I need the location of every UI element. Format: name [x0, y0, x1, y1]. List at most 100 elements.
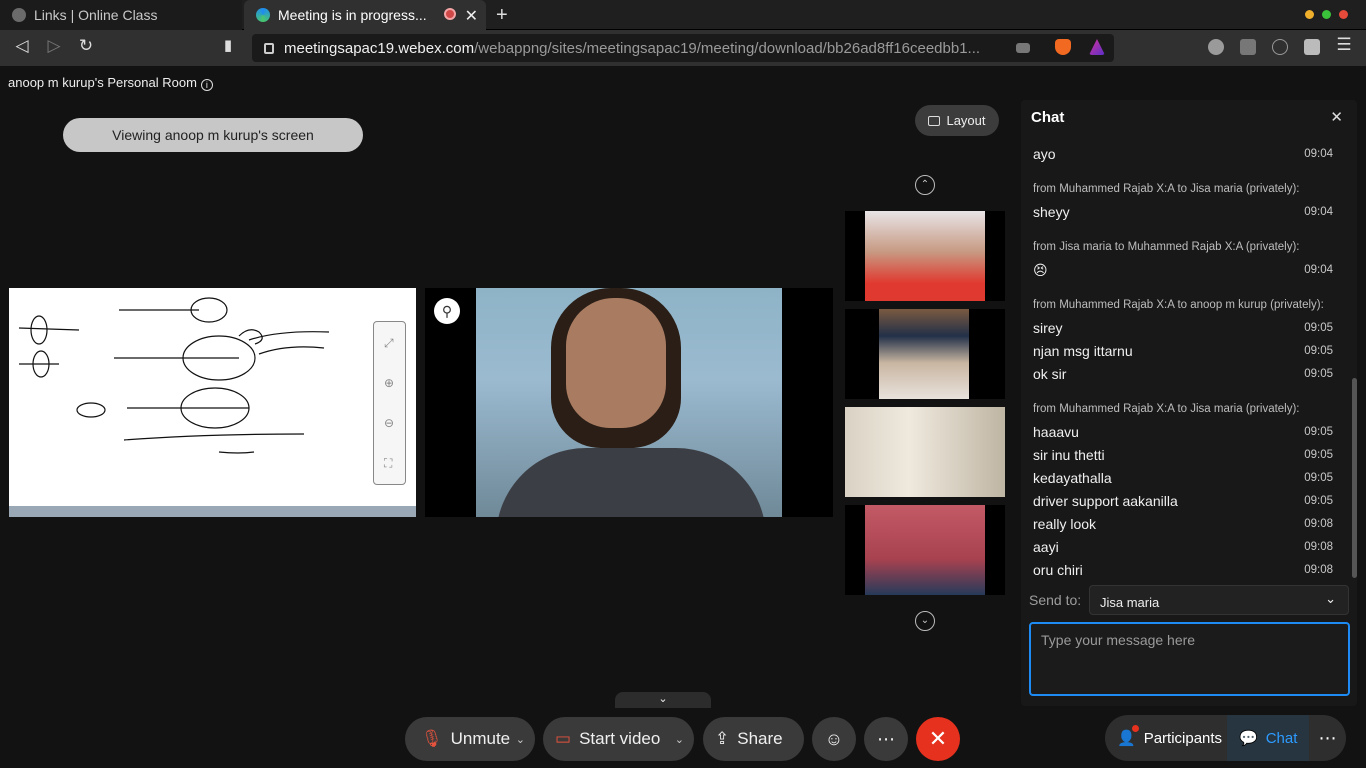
participants-label: Participants — [1143, 729, 1223, 747]
fit-icon[interactable]: ⛶ — [384, 456, 392, 471]
participant-thumbnail[interactable] — [845, 505, 1005, 595]
room-title: anoop m kurup's Personal Room i — [8, 75, 213, 91]
chat-message: haaavu 09:05 — [1033, 424, 1333, 440]
start-video-button[interactable]: ▭ Start video ⌄ — [543, 717, 694, 761]
shared-screen[interactable]: ⤢ ⊕ ⊖ ⛶ — [9, 288, 416, 517]
recording-icon — [444, 8, 456, 20]
pin-icon[interactable]: ⚲ — [434, 298, 460, 324]
back-icon[interactable]: ◁ — [10, 36, 34, 56]
participant-thumbnail[interactable] — [845, 211, 1005, 301]
participant-thumbnail[interactable] — [845, 407, 1005, 497]
more-panels-icon[interactable]: ⋯ — [1309, 715, 1346, 761]
message-sender-header: from Muhammed Rajab X:A to anoop m kurup… — [1033, 299, 1324, 311]
unmute-label: Unmute — [450, 729, 511, 748]
start-video-label: Start video — [579, 729, 661, 748]
unmute-button[interactable]: 🎙 Unmute ⌄ — [405, 717, 535, 761]
new-tab-button[interactable]: + — [496, 4, 508, 27]
leave-meeting-icon[interactable]: ✕ — [916, 717, 960, 761]
room-title-text: anoop m kurup's Personal Room — [8, 75, 197, 90]
send-to-dropdown[interactable]: Jisa maria ⌄ — [1089, 585, 1349, 615]
chat-message: driver support aakanilla 09:05 — [1033, 493, 1333, 509]
url-path: /webappng/sites/meetingsapac19/meeting/d… — [474, 39, 981, 57]
expand-icon[interactable]: ⤢ — [384, 336, 394, 351]
tab-meeting[interactable]: Meeting is in progress... ✕ — [244, 0, 486, 30]
tab-title: Links | Online Class — [34, 7, 158, 23]
share-label: Share — [737, 729, 783, 748]
windows-taskbar — [9, 506, 416, 517]
scroll-up-icon[interactable]: ⌃ — [915, 175, 935, 195]
message-sender-header: from Muhammed Rajab X:A to Jisa maria (p… — [1033, 403, 1300, 415]
chevron-down-icon[interactable]: ⌄ — [675, 733, 684, 746]
send-to-value: Jisa maria — [1100, 595, 1160, 610]
play-extension-icon[interactable] — [1272, 39, 1288, 55]
tab-links-online-class[interactable]: Links | Online Class — [0, 0, 242, 30]
forward-icon[interactable]: ▷ — [42, 36, 66, 56]
person-shirt — [496, 448, 766, 517]
zoom-in-icon[interactable]: ⊕ — [384, 376, 394, 390]
close-window-button[interactable] — [1339, 10, 1348, 19]
window-controls — [1305, 10, 1348, 19]
layout-icon — [928, 115, 941, 126]
info-icon[interactable]: i — [200, 79, 213, 91]
lock-icon — [264, 42, 274, 54]
bookmark-icon[interactable]: ▮ — [216, 36, 240, 54]
chat-message: sheyy 09:04 — [1033, 204, 1333, 220]
message-sender-header: from Muhammed Rajab X:A to Jisa maria (p… — [1033, 183, 1300, 195]
active-speaker-video[interactable]: ⚲ — [425, 288, 833, 517]
participants-button[interactable]: 👤 Participants — [1105, 715, 1227, 761]
chat-messages[interactable]: ayo 09:04 from Muhammed Rajab X:A to Jisa… — [1021, 132, 1351, 580]
participant-thumbnail[interactable] — [845, 309, 1005, 399]
viewing-screen-banner: Viewing anoop m kurup's screen — [63, 118, 363, 152]
brave-shield-icon[interactable] — [1055, 39, 1071, 55]
message-sender-header: from Jisa maria to Muhammed Rajab X:A (p… — [1033, 241, 1300, 253]
zoom-toolbar: ⤢ ⊕ ⊖ ⛶ — [373, 321, 406, 485]
tab-title: Meeting is in progress... — [278, 7, 427, 23]
collapse-controls-handle[interactable]: ⌄ — [615, 692, 711, 708]
chat-message: kedayathalla 09:05 — [1033, 470, 1333, 486]
puzzle-icon[interactable] — [1304, 39, 1320, 55]
reload-icon[interactable]: ↻ — [74, 36, 98, 56]
chat-message: 😣 09:04 — [1033, 262, 1333, 278]
chevron-down-icon[interactable]: ⌄ — [516, 733, 525, 746]
minimize-button[interactable] — [1305, 10, 1314, 19]
extension-icon[interactable] — [1208, 39, 1224, 55]
w-extension-icon[interactable] — [1240, 39, 1256, 55]
layout-button[interactable]: Layout — [915, 105, 999, 136]
chat-message: aayi 09:08 — [1033, 539, 1333, 555]
share-icon: ⇪ — [715, 729, 730, 748]
camera-feed — [476, 288, 782, 517]
chat-message: ayo 09:04 — [1033, 146, 1333, 162]
chat-scrollbar[interactable] — [1352, 378, 1357, 578]
chat-bubble-icon: 💬 — [1239, 730, 1258, 747]
url-host: meetingsapac19.webex.com — [284, 39, 475, 57]
share-button[interactable]: ⇪ Share — [703, 717, 804, 761]
participant-video — [865, 505, 985, 595]
zoom-out-icon[interactable]: ⊖ — [384, 416, 394, 430]
chat-message: really look 09:08 — [1033, 516, 1333, 532]
scroll-down-icon[interactable]: ⌄ — [915, 611, 935, 631]
reactions-icon[interactable]: ☺ — [812, 717, 856, 761]
more-options-icon[interactable]: ⋯ — [864, 717, 908, 761]
chat-message: sir inu thetti 09:05 — [1033, 447, 1333, 463]
camera-icon[interactable] — [1016, 43, 1030, 53]
send-to-label: Send to: — [1029, 592, 1082, 608]
participants-icon: 👤 — [1117, 730, 1136, 747]
close-tab-icon[interactable]: ✕ — [465, 6, 478, 26]
chat-message: sirey 09:05 — [1033, 320, 1333, 336]
webex-icon — [256, 8, 270, 22]
close-icon[interactable]: ✕ — [1330, 108, 1343, 126]
globe-icon — [12, 8, 26, 22]
chevron-down-icon: ⌄ — [1325, 591, 1336, 606]
chat-button[interactable]: 💬 Chat — [1227, 715, 1309, 761]
notification-dot — [1132, 725, 1139, 732]
chat-message: ok sir 09:05 — [1033, 366, 1333, 382]
menu-icon[interactable]: ☰ — [1332, 35, 1356, 55]
chat-message: njan msg ittarnu 09:05 — [1033, 343, 1333, 359]
address-bar[interactable]: meetingsapac19.webex.com /webappng/sites… — [252, 34, 1114, 62]
maximize-button[interactable] — [1322, 10, 1331, 19]
browser-tab-bar: Links | Online Class Meeting is in progr… — [0, 0, 1366, 30]
chat-message-input[interactable] — [1029, 622, 1350, 696]
browser-nav-bar: ◁ ▷ ↻ ▮ meetingsapac19.webex.com /webapp… — [0, 30, 1366, 66]
chat-title: Chat — [1031, 109, 1065, 126]
chat-label: Chat — [1265, 729, 1298, 747]
